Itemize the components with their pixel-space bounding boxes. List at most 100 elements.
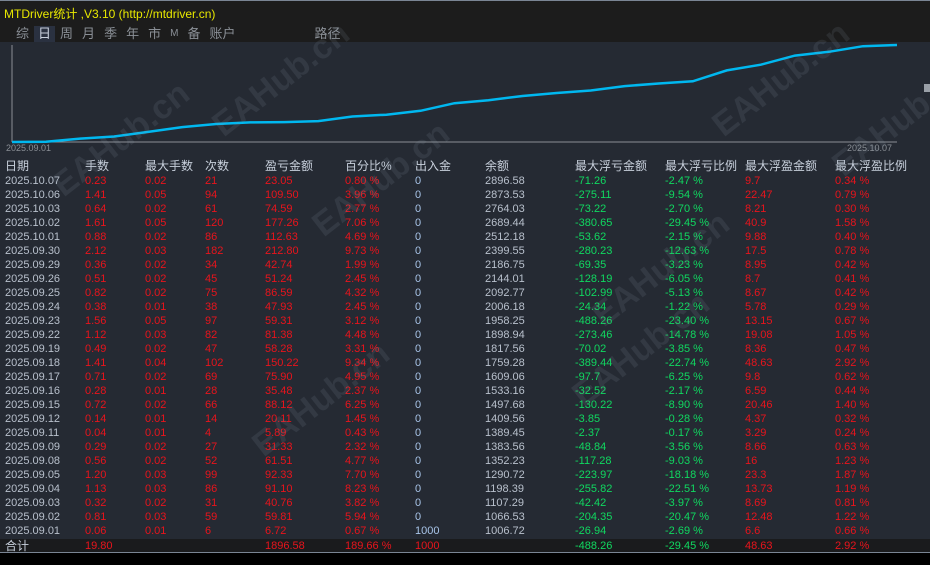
cell-lots: 1.41 [85,189,107,201]
cell-trades: 86 [205,231,218,243]
cell-max-float-profit: 16 [745,455,758,467]
cell-max-lots: 0.04 [145,357,167,369]
cell-deposit: 0 [415,511,422,523]
cell-max-float-profit: 8.67 [745,287,767,299]
cell-max-float-profit-pct: 1.40 % [835,399,870,411]
cell-trades: 86 [205,483,218,495]
cell-max-float-loss-pct: -20.47 % [665,511,710,523]
cell-max-float-profit: 6.59 [745,385,767,397]
cell-max-float-loss-pct: -3.85 % [665,343,703,355]
cell-max-float-profit-pct: 0.44 % [835,385,870,397]
cell-trades: 38 [205,301,218,313]
tab-1[interactable]: 日 [34,26,56,42]
cell-max-float-profit-pct: 2.92 % [835,540,870,552]
cell-profit: 112.63 [265,231,298,243]
cell-max-float-loss-pct: -2.69 % [665,525,703,537]
tab-5[interactable]: 年 [122,26,143,42]
cell-profit: 59.81 [265,511,293,523]
cell-profit: 88.12 [265,399,293,411]
cell-deposit: 0 [415,455,422,467]
cell-percent: 7.06 % [345,217,380,229]
cell-deposit: 0 [415,441,422,453]
cell-max-float-profit-pct: 0.30 % [835,203,870,215]
cell-max-float-profit: 6.6 [745,525,761,537]
cell-balance: 1006.72 [485,525,525,537]
cell-percent: 3.31 % [345,343,380,355]
cell-percent: 8.23 % [345,483,380,495]
cell-percent: 5.94 % [345,511,380,523]
cell-profit: 1896.58 [265,540,305,552]
cell-trades: 52 [205,455,218,467]
cell-max-lots: 0.03 [145,469,167,481]
table-row: 2025.09.30 2.12 0.03 182 212.80 9.73 % 0 2399.5… [0,244,930,258]
tab-7[interactable]: M [166,26,182,42]
header-max-float-profit: 最大浮盈金额 [745,159,818,173]
cell-max-float-profit-pct: 0.41 % [835,273,870,285]
cell-max-float-loss-pct: -0.28 % [665,413,703,425]
cell-max-float-profit-pct: 1.05 % [835,329,870,341]
cell-lots: 0.06 [85,525,107,537]
cell-percent: 2.45 % [345,301,380,313]
tab-4[interactable]: 季 [100,26,121,42]
cell-max-float-profit: 8.21 [745,203,767,215]
cell-date: 合计 [5,539,30,553]
cell-deposit: 0 [415,287,422,299]
resize-handle[interactable] [924,84,930,92]
cell-profit: 47.93 [265,301,293,313]
cell-deposit: 0 [415,203,422,215]
cell-balance: 1290.72 [485,469,525,481]
cell-profit: 59.31 [265,315,293,327]
table-header: 日期 手数 最大手数 次数 盈亏金额 百分比% 出入金 余额 最大浮亏金额 最大浮亏比例 最大浮盈金… [0,158,930,174]
cell-deposit: 0 [415,483,422,495]
tab-10[interactable]: 路径 [310,26,344,42]
cell-percent: 4.95 % [345,371,380,383]
cell-balance: 2512.18 [485,231,525,243]
cell-date: 2025.09.02 [5,511,61,523]
cell-max-float-profit: 3.29 [745,427,767,439]
cell-percent: 1.99 % [345,259,380,271]
cell-max-float-profit-pct: 0.42 % [835,287,870,299]
cell-balance: 2873.53 [485,189,525,201]
tab-3[interactable]: 月 [78,26,99,42]
cell-max-float-loss-pct: -2.15 % [665,231,703,243]
cell-max-lots: 0.01 [145,427,167,439]
table-row: 2025.10.06 1.41 0.05 94 109.50 3.96 % 0 2873.53… [0,188,930,202]
cell-max-float-profit: 48.63 [745,357,773,369]
cell-max-float-loss: -223.97 [575,469,613,481]
cell-max-float-profit: 20.46 [745,399,773,411]
tab-6[interactable]: 市 [144,26,165,42]
cell-max-float-profit: 4.37 [745,413,767,425]
cell-max-float-loss: -128.19 [575,273,613,285]
cell-date: 2025.09.19 [5,343,61,355]
cell-max-lots: 0.02 [145,497,167,509]
cell-max-float-profit-pct: 1.58 % [835,217,870,229]
cell-date: 2025.10.02 [5,217,61,229]
tab-8[interactable]: 备 [183,26,204,42]
cell-max-lots: 0.02 [145,273,167,285]
cell-deposit: 1000 [415,525,440,537]
tab-9[interactable]: 账户 [205,26,239,42]
cell-profit: 61.51 [265,455,293,467]
cell-max-float-loss: -26.94 [575,525,607,537]
cell-date: 2025.09.30 [5,245,61,257]
table-row: 2025.09.04 1.13 0.03 86 91.10 8.23 % 0 1198.39 -… [0,482,930,496]
tab-0[interactable]: 综 [12,26,33,42]
cell-profit: 75.90 [265,371,293,383]
table-row: 2025.09.26 0.51 0.02 45 51.24 2.45 % 0 2144.01 -… [0,272,930,286]
tab-2[interactable]: 周 [56,26,77,42]
cell-max-float-loss: -255.82 [575,483,613,495]
cell-lots: 1.41 [85,357,107,369]
cell-profit: 74.59 [265,203,293,215]
cell-max-float-loss: -488.26 [575,315,613,327]
table-row: 2025.09.08 0.56 0.02 52 61.51 4.77 % 0 1352.23 -… [0,454,930,468]
cell-profit: 5.89 [265,427,287,439]
cell-lots: 0.14 [85,413,107,425]
cell-date: 2025.10.07 [5,175,61,187]
cell-max-float-profit: 5.78 [745,301,767,313]
cell-lots: 0.32 [85,497,107,509]
cell-balance: 1383.56 [485,441,525,453]
cell-trades: 45 [205,273,218,285]
cell-max-lots: 0.05 [145,315,167,327]
cell-max-float-profit-pct: 0.67 % [835,315,870,327]
header-profit: 盈亏金额 [265,159,314,173]
